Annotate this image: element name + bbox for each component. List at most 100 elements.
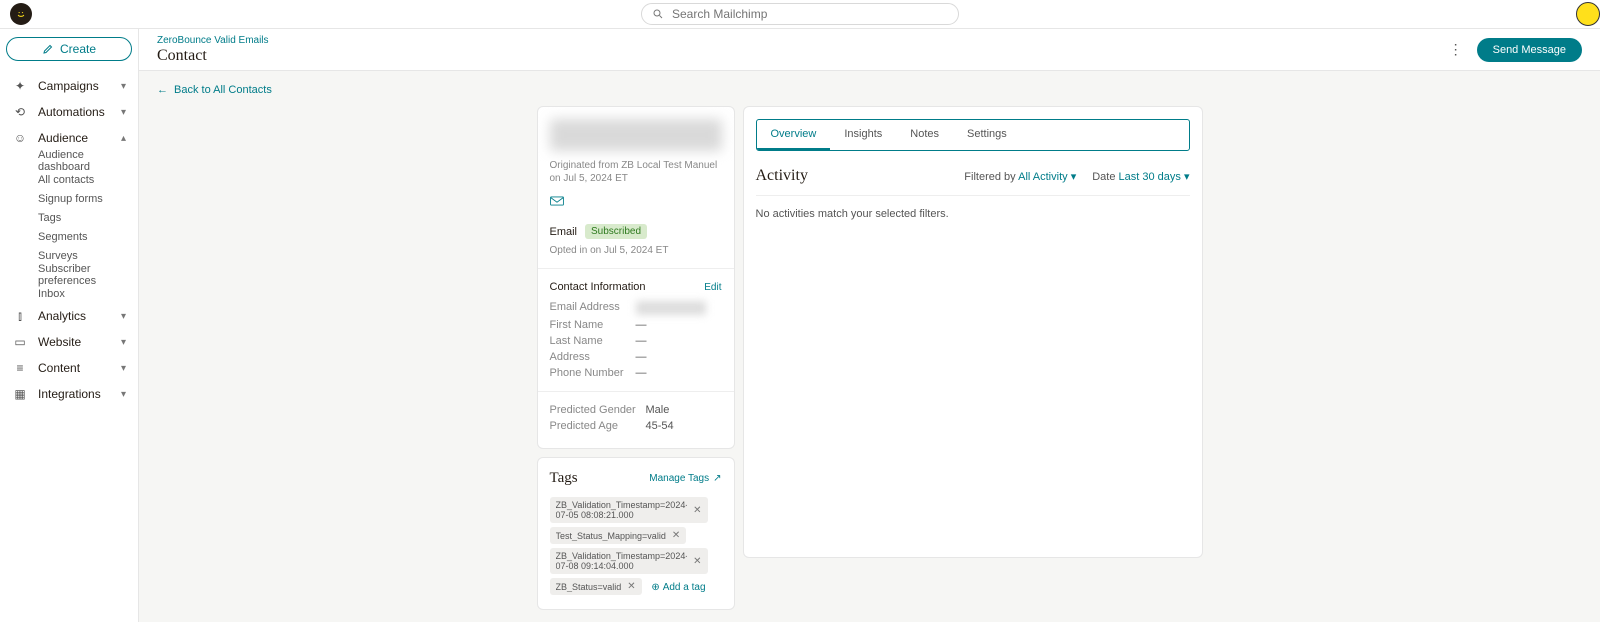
tab-overview[interactable]: Overview — [757, 120, 831, 150]
more-menu-button[interactable]: ⋮ — [1449, 43, 1463, 57]
activity-card: Overview Insights Notes Settings Activit… — [743, 106, 1203, 558]
info-row-firstname: First Name— — [550, 319, 722, 331]
nav-automations[interactable]: ⟲ Automations ▾ — [6, 99, 132, 125]
search-box[interactable] — [641, 3, 959, 25]
no-activities-text: No activities match your selected filter… — [756, 208, 1190, 220]
nav-integrations[interactable]: ▦ Integrations ▾ — [6, 381, 132, 407]
manage-tags-label: Manage Tags — [649, 473, 709, 484]
info-val: — — [636, 319, 647, 331]
chevron-down-icon: ▾ — [121, 107, 126, 118]
tab-settings[interactable]: Settings — [953, 120, 1021, 150]
stack-icon: ≡ — [12, 360, 28, 376]
tab-notes[interactable]: Notes — [896, 120, 953, 150]
subnav-audience-dashboard[interactable]: Audience dashboard — [6, 151, 132, 170]
profile-card: Originated from ZB Local Test Manuel on … — [537, 106, 735, 449]
tag-chip[interactable]: ZB_Validation_Timestamp=2024-07-08 09:14… — [550, 548, 708, 574]
info-val: Male — [646, 404, 670, 416]
nav-label: Automations — [38, 105, 105, 119]
subnav-tags[interactable]: Tags — [6, 208, 132, 227]
filter-date[interactable]: Date Last 30 days ▾ — [1092, 170, 1189, 183]
nav-label: Campaigns — [38, 79, 99, 93]
subscribed-badge: Subscribed — [585, 224, 647, 239]
chevron-down-icon: ▾ — [1184, 171, 1190, 183]
user-avatar[interactable] — [1576, 2, 1600, 26]
search-input[interactable] — [672, 7, 948, 21]
chevron-down-icon: ▾ — [1071, 171, 1077, 183]
page-title: Contact — [157, 47, 269, 65]
info-row-gender: Predicted GenderMale — [550, 404, 722, 416]
email-channel-icon[interactable] — [550, 195, 722, 210]
breadcrumb[interactable]: ZeroBounce Valid Emails — [157, 35, 269, 46]
info-key: Last Name — [550, 335, 636, 347]
tag-text: Test_Status_Mapping=valid — [556, 531, 666, 541]
activity-heading: Activity — [756, 167, 808, 185]
tag-chip[interactable]: ZB_Validation_Timestamp=2024-07-05 08:08… — [550, 497, 708, 523]
grid-icon: ▦ — [12, 386, 28, 402]
tags-card: Tags Manage Tags↗ ZB_Validation_Timestam… — [537, 457, 735, 610]
nav-label: Website — [38, 335, 81, 349]
tab-bar: Overview Insights Notes Settings — [756, 119, 1190, 151]
nav-analytics[interactable]: ⫾Analytics▾ — [6, 303, 132, 329]
chevron-down-icon: ▾ — [121, 389, 126, 400]
filter-activity[interactable]: Filtered by All Activity ▾ — [964, 170, 1076, 183]
subnav-segments[interactable]: Segments — [6, 227, 132, 246]
back-to-contacts-link[interactable]: ← Back to All Contacts — [157, 84, 272, 96]
remove-tag-icon[interactable]: ✕ — [693, 505, 701, 516]
tag-chip[interactable]: ZB_Status=valid✕ — [550, 578, 642, 595]
tab-insights[interactable]: Insights — [830, 120, 896, 150]
chevron-down-icon: ▾ — [121, 363, 126, 374]
info-val: — — [636, 367, 647, 379]
remove-tag-icon[interactable]: ✕ — [627, 581, 635, 592]
subnav-inbox[interactable]: Inbox — [6, 284, 132, 303]
nav-website[interactable]: ▭Website▾ — [6, 329, 132, 355]
info-key: First Name — [550, 319, 636, 331]
subnav-signup-forms[interactable]: Signup forms — [6, 189, 132, 208]
create-label: Create — [60, 42, 96, 56]
info-key: Email Address — [550, 301, 636, 315]
subnav-subscriber-preferences[interactable]: Subscriber preferences — [6, 265, 132, 284]
add-tag-link[interactable]: ⊕ Add a tag — [651, 582, 705, 593]
plus-circle-icon: ⊕ — [651, 582, 659, 593]
divider — [756, 195, 1190, 196]
nav-label: Integrations — [38, 387, 101, 401]
info-val: — — [636, 351, 647, 363]
info-row-lastname: Last Name— — [550, 335, 722, 347]
manage-tags-link[interactable]: Manage Tags ↗ — [649, 473, 721, 484]
info-key: Predicted Gender — [550, 404, 646, 416]
pencil-icon — [42, 43, 54, 55]
create-button[interactable]: Create — [6, 37, 132, 61]
megaphone-icon: ✦ — [12, 78, 28, 94]
divider — [538, 268, 734, 269]
send-message-button[interactable]: Send Message — [1477, 38, 1582, 62]
chevron-up-icon: ▴ — [121, 133, 126, 144]
remove-tag-icon[interactable]: ✕ — [672, 530, 680, 541]
nav-audience[interactable]: ☺Audience▴ — [6, 125, 132, 151]
origin-text: Originated from ZB Local Test Manuel on … — [550, 159, 722, 185]
add-tag-label: Add a tag — [663, 582, 706, 593]
remove-tag-icon[interactable]: ✕ — [693, 556, 701, 567]
back-label: Back to All Contacts — [174, 84, 272, 96]
chevron-down-icon: ▾ — [121, 81, 126, 92]
flow-icon: ⟲ — [12, 104, 28, 120]
chart-icon: ⫾ — [12, 308, 28, 324]
info-key: Address — [550, 351, 636, 363]
info-key: Phone Number — [550, 367, 636, 379]
divider — [538, 391, 734, 392]
nav-content[interactable]: ≡ Content ▾ — [6, 355, 132, 381]
filter-label: Filtered by — [964, 171, 1015, 183]
info-val: 45-54 — [646, 420, 674, 432]
optin-text: Opted in on Jul 5, 2024 ET — [550, 245, 722, 256]
subnav-all-contacts[interactable]: All contacts — [6, 170, 132, 189]
filter-label: Date — [1092, 171, 1115, 183]
search-icon — [652, 8, 664, 20]
mailchimp-logo[interactable] — [10, 3, 32, 25]
nav-campaigns[interactable]: ✦ Campaigns ▾ — [6, 73, 132, 99]
contact-info-heading: Contact Information — [550, 281, 646, 293]
chevron-down-icon: ▾ — [121, 311, 126, 322]
external-link-icon: ↗ — [713, 473, 721, 484]
edit-contact-link[interactable]: Edit — [704, 282, 721, 293]
people-icon: ☺ — [12, 130, 28, 146]
info-row-phone: Phone Number— — [550, 367, 722, 379]
tag-chip[interactable]: Test_Status_Mapping=valid ✕ — [550, 527, 687, 544]
nav-label: Content — [38, 361, 80, 375]
